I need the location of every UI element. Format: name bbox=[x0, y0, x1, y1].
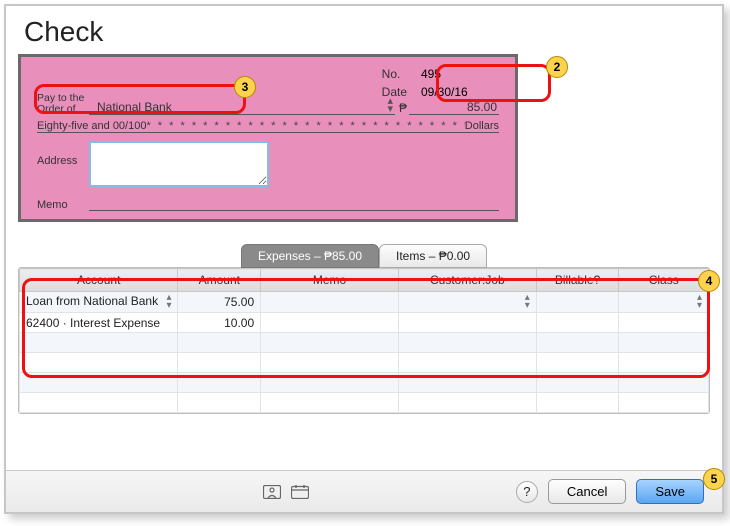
callout-badge-3: 3 bbox=[234, 76, 256, 98]
check-date-field[interactable] bbox=[419, 84, 489, 100]
col-memo[interactable]: Memo bbox=[261, 269, 399, 292]
chevron-updown-icon[interactable]: ▴▾ bbox=[697, 294, 702, 310]
callout-badge-2: 2 bbox=[546, 56, 568, 78]
currency-symbol: ₱ bbox=[395, 101, 409, 115]
check-amount-field[interactable]: 85.00 bbox=[409, 100, 499, 115]
help-button[interactable]: ? bbox=[516, 481, 538, 503]
col-billable[interactable]: Billable? bbox=[536, 269, 619, 292]
table-row[interactable]: 62400 · Interest Expense 10.00 bbox=[20, 313, 709, 333]
bottom-toolbar: ? Cancel Save bbox=[6, 470, 722, 512]
table-row[interactable] bbox=[20, 393, 709, 413]
table-row[interactable] bbox=[20, 353, 709, 373]
col-account[interactable]: Account bbox=[20, 269, 178, 292]
cancel-button[interactable]: Cancel bbox=[548, 479, 626, 504]
dollars-label: Dollars bbox=[465, 120, 499, 132]
col-customer[interactable]: Customer:Job bbox=[398, 269, 536, 292]
tab-items[interactable]: Items – ₱0.00 bbox=[379, 244, 487, 268]
callout-badge-5: 5 bbox=[703, 468, 725, 490]
check-container: No. Date Pay to the Order of National Ba… bbox=[18, 54, 518, 222]
tab-expenses[interactable]: Expenses – ₱85.00 bbox=[241, 244, 379, 268]
expenses-table: Account Amount Memo Customer:Job Billabl… bbox=[18, 267, 710, 414]
address-label: Address bbox=[37, 141, 89, 167]
memo-label: Memo bbox=[37, 199, 89, 211]
col-class[interactable]: Class bbox=[619, 269, 709, 292]
amount-in-words: Eighty-five and 00/100 bbox=[37, 120, 146, 132]
payee-value: National Bank bbox=[89, 100, 172, 114]
callout-badge-4: 4 bbox=[698, 270, 720, 292]
check-no-field[interactable] bbox=[419, 66, 489, 82]
check-header-right: No. Date bbox=[382, 65, 489, 101]
memo-field[interactable] bbox=[89, 197, 499, 211]
address-field[interactable] bbox=[89, 141, 269, 187]
table-row[interactable]: Loan from National Bank▴▾ 75.00 ▴▾ ▴▾ bbox=[20, 292, 709, 313]
amount-in-words-row: Eighty-five and 00/100 * * * * * * * * *… bbox=[37, 117, 499, 133]
check-body: No. Date Pay to the Order of National Ba… bbox=[21, 57, 515, 219]
chevron-updown-icon: ▴▾ bbox=[387, 97, 393, 113]
table-row[interactable] bbox=[20, 333, 709, 353]
pay-to-label: Pay to the Order of bbox=[37, 93, 89, 115]
contacts-icon[interactable] bbox=[261, 483, 283, 501]
page-title: Check bbox=[6, 6, 722, 52]
payee-select[interactable]: National Bank ▴▾ bbox=[89, 97, 395, 115]
chevron-updown-icon[interactable]: ▴▾ bbox=[166, 294, 171, 310]
table-row[interactable] bbox=[20, 373, 709, 393]
check-no-label: No. bbox=[382, 65, 416, 83]
col-amount[interactable]: Amount bbox=[178, 269, 261, 292]
calendar-icon[interactable] bbox=[289, 483, 311, 501]
tab-bar: Expenses – ₱85.00 Items – ₱0.00 bbox=[18, 244, 710, 267]
chevron-updown-icon[interactable]: ▴▾ bbox=[525, 294, 530, 310]
save-button[interactable]: Save bbox=[636, 479, 704, 504]
